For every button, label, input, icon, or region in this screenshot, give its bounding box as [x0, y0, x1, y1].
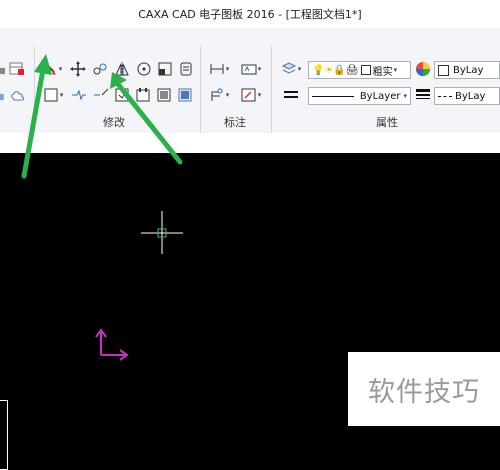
- watermark: 软件技巧: [348, 352, 500, 426]
